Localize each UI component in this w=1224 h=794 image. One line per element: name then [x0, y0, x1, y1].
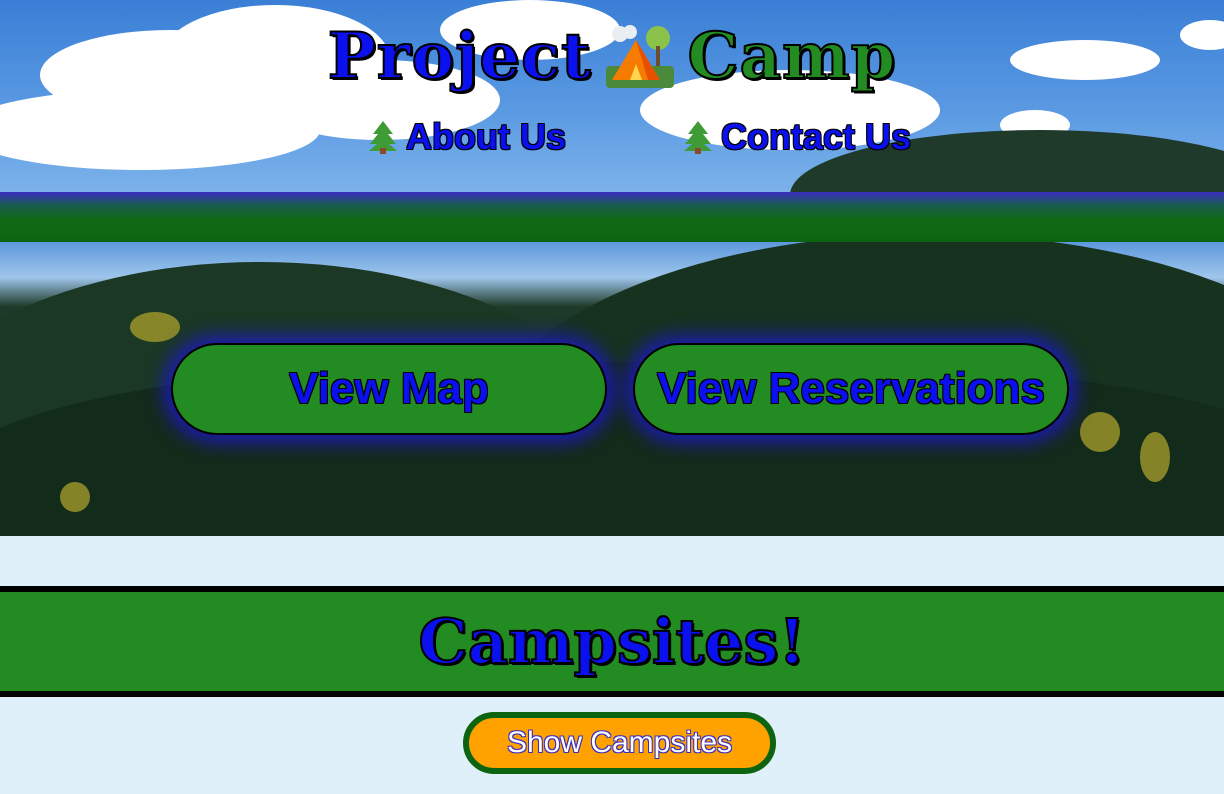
main-nav: About Us Contact Us	[0, 116, 1224, 164]
autumn-trees	[130, 312, 180, 342]
nav-about-us-label: About Us	[406, 116, 566, 157]
view-reservations-button[interactable]: View Reservations	[633, 343, 1069, 435]
tree-icon	[369, 121, 397, 154]
sky-header: Project Camp About Us Contact Us	[0, 0, 1224, 192]
show-campsites-button[interactable]: Show Campsites	[463, 712, 776, 774]
title-word-project: Project	[327, 18, 592, 95]
nav-contact-us-label: Contact Us	[721, 116, 912, 157]
campsites-heading: Campsites!	[417, 604, 806, 679]
site-title: Project Camp	[0, 14, 1224, 98]
autumn-trees	[1140, 432, 1170, 482]
nav-about-us[interactable]: About Us	[368, 116, 566, 158]
nav-contact-us[interactable]: Contact Us	[683, 116, 911, 158]
campsites-banner: Campsites!	[0, 586, 1224, 697]
header-divider-band	[0, 192, 1224, 242]
view-map-button[interactable]: View Map	[171, 343, 607, 435]
autumn-trees	[1080, 412, 1120, 452]
tent-icon	[605, 25, 674, 88]
title-word-camp: Camp	[687, 18, 897, 95]
tree-icon	[684, 121, 712, 154]
autumn-trees	[60, 482, 90, 512]
